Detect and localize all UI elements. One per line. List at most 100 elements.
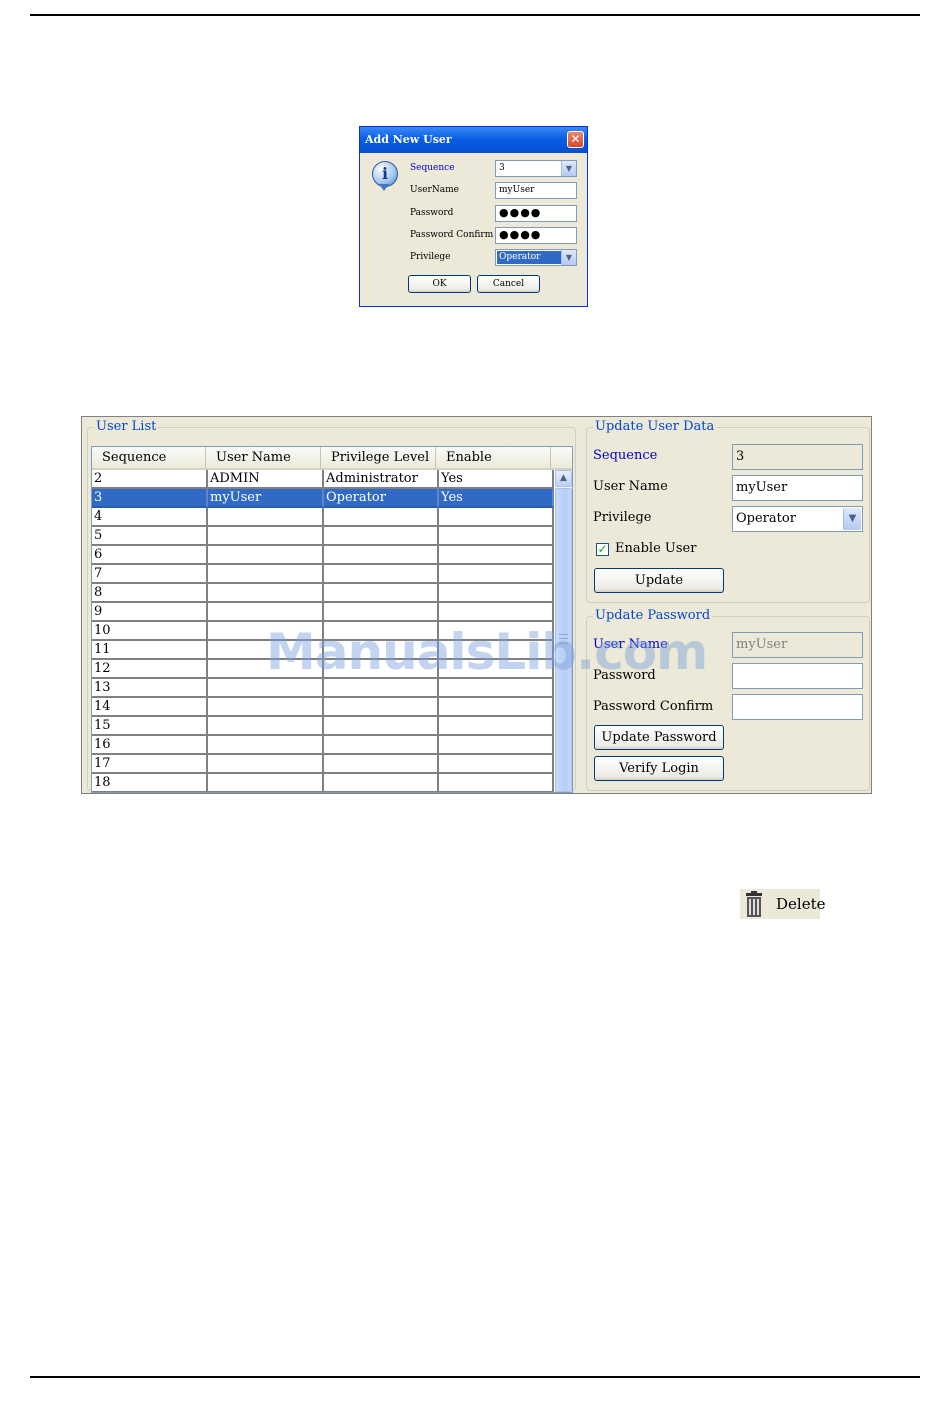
cell-sequence: 14 xyxy=(92,698,208,717)
update-password-button[interactable]: Update Password xyxy=(594,725,724,750)
scroll-up-icon[interactable]: ▲ xyxy=(555,470,572,487)
cell-privilege-level: Operator xyxy=(324,489,439,508)
cell-privilege-level xyxy=(324,508,439,527)
cell-sequence: 18 xyxy=(92,774,208,792)
cell-enable xyxy=(439,546,554,565)
sequence-label: Sequence xyxy=(410,163,455,173)
watermark: ManualsLib.com xyxy=(266,623,708,681)
password-field[interactable]: ●●●● xyxy=(495,205,577,222)
column-header-user-name[interactable]: User Name xyxy=(206,447,321,468)
new-password-confirm-label: Password Confirm xyxy=(593,699,714,714)
new-password-field[interactable] xyxy=(732,663,863,689)
cell-user-name xyxy=(208,584,324,603)
chevron-down-icon[interactable]: ▼ xyxy=(561,250,576,265)
table-row[interactable]: 15 xyxy=(92,717,554,736)
privilege-value: Operator xyxy=(497,251,561,264)
cell-privilege-level xyxy=(324,603,439,622)
cell-sequence: 11 xyxy=(92,641,208,660)
grid-header: Sequence User Name Privilege Level Enabl… xyxy=(92,447,572,470)
column-header-enable[interactable]: Enable xyxy=(436,447,551,468)
column-header-sequence[interactable]: Sequence xyxy=(92,447,206,468)
cell-enable xyxy=(439,774,554,792)
cell-privilege-level xyxy=(324,736,439,755)
username-field[interactable]: myUser xyxy=(495,182,577,199)
sequence-combo[interactable]: 3 ▼ xyxy=(495,160,577,177)
cell-privilege-level xyxy=(324,527,439,546)
table-row[interactable]: 16 xyxy=(92,736,554,755)
cancel-button[interactable]: Cancel xyxy=(477,275,540,293)
cell-user-name xyxy=(208,508,324,527)
table-row[interactable]: 14 xyxy=(92,698,554,717)
username-label: UserName xyxy=(410,185,459,195)
info-icon: i xyxy=(372,161,398,191)
chevron-down-icon[interactable]: ▼ xyxy=(843,508,861,530)
cell-sequence: 9 xyxy=(92,603,208,622)
close-icon[interactable]: ✕ xyxy=(567,131,584,148)
cell-enable xyxy=(439,565,554,584)
update-sequence-label: Sequence xyxy=(593,448,658,463)
sequence-value: 3 xyxy=(499,163,505,173)
table-row[interactable]: 3 myUser Operator Yes xyxy=(92,489,554,508)
user-list-grid[interactable]: Sequence User Name Privilege Level Enabl… xyxy=(91,446,573,793)
cell-user-name xyxy=(208,755,324,774)
update-username-field[interactable]: myUser xyxy=(732,475,863,501)
table-row[interactable]: 6 xyxy=(92,546,554,565)
table-row[interactable]: 4 xyxy=(92,508,554,527)
cell-enable xyxy=(439,755,554,774)
new-password-confirm-field[interactable] xyxy=(732,694,863,720)
cell-sequence: 17 xyxy=(92,755,208,774)
update-privilege-combo[interactable]: Operator ▼ xyxy=(732,506,863,532)
ok-button[interactable]: OK xyxy=(408,275,471,293)
table-row[interactable]: 8 xyxy=(92,584,554,603)
trash-icon xyxy=(746,891,762,917)
password-username-field: myUser xyxy=(732,632,863,658)
cell-privilege-level xyxy=(324,717,439,736)
verify-login-button[interactable]: Verify Login xyxy=(594,756,724,781)
cell-user-name: ADMIN xyxy=(208,470,324,489)
dialog-title: Add New User xyxy=(360,127,587,153)
update-privilege-value: Operator xyxy=(736,511,796,526)
cell-privilege-level xyxy=(324,755,439,774)
cell-enable xyxy=(439,717,554,736)
update-username-label: User Name xyxy=(593,479,668,494)
cell-enable: Yes xyxy=(439,489,554,508)
cell-enable xyxy=(439,584,554,603)
cell-sequence: 7 xyxy=(92,565,208,584)
update-button[interactable]: Update xyxy=(594,568,724,593)
user-list-title: User List xyxy=(94,419,159,435)
update-user-data-title: Update User Data xyxy=(593,419,717,435)
user-management-panel: User List Sequence User Name Privilege L… xyxy=(81,416,872,794)
table-row[interactable]: 5 xyxy=(92,527,554,546)
cell-sequence: 5 xyxy=(92,527,208,546)
password-confirm-field[interactable]: ●●●● xyxy=(495,227,577,244)
add-new-user-dialog: Add New User ✕ i Sequence 3 ▼ UserName m… xyxy=(359,126,588,307)
cell-privilege-level xyxy=(324,774,439,792)
delete-button[interactable]: Delete xyxy=(740,889,825,919)
table-row[interactable]: 7 xyxy=(92,565,554,584)
table-row[interactable]: 9 xyxy=(92,603,554,622)
cell-sequence: 3 xyxy=(92,489,208,508)
delete-label: Delete xyxy=(776,895,826,913)
enable-user-checkbox[interactable]: ✓ xyxy=(596,543,609,556)
cell-user-name xyxy=(208,736,324,755)
cell-privilege-level xyxy=(324,565,439,584)
cell-sequence: 13 xyxy=(92,679,208,698)
privilege-label: Privilege xyxy=(410,252,451,262)
cell-sequence: 12 xyxy=(92,660,208,679)
cell-sequence: 4 xyxy=(92,508,208,527)
cell-enable: Yes xyxy=(439,470,554,489)
cell-user-name xyxy=(208,717,324,736)
column-header-privilege-level[interactable]: Privilege Level xyxy=(321,447,436,468)
privilege-combo[interactable]: Operator ▼ xyxy=(495,249,577,266)
cell-privilege-level: Administrator xyxy=(324,470,439,489)
table-row[interactable]: 17 xyxy=(92,755,554,774)
cell-privilege-level xyxy=(324,546,439,565)
table-row[interactable]: 2 ADMIN Administrator Yes xyxy=(92,470,554,489)
table-row[interactable]: 18 xyxy=(92,774,554,792)
cell-user-name xyxy=(208,527,324,546)
cell-enable xyxy=(439,698,554,717)
cell-user-name xyxy=(208,774,324,792)
cell-sequence: 15 xyxy=(92,717,208,736)
chevron-down-icon[interactable]: ▼ xyxy=(561,161,576,176)
cell-enable xyxy=(439,508,554,527)
